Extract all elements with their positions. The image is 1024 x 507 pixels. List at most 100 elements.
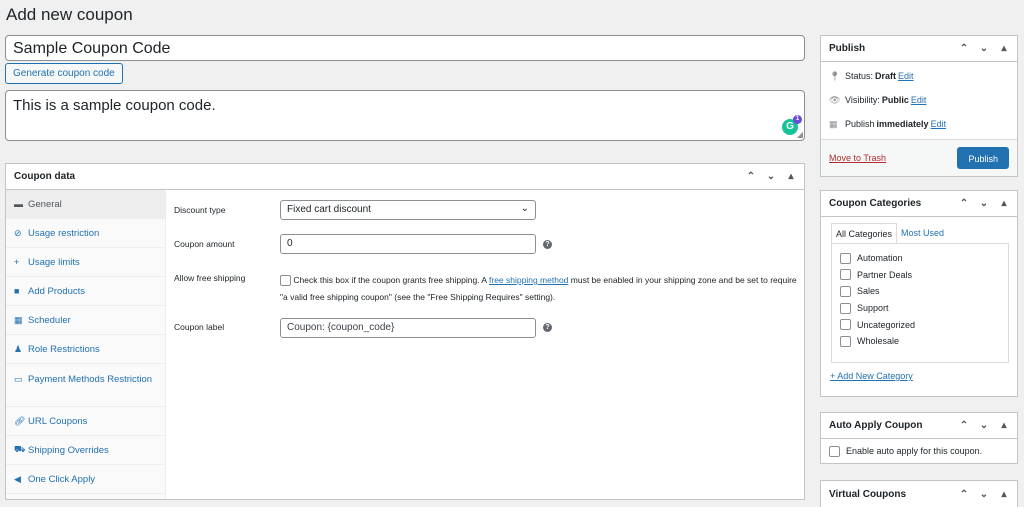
collapse-icon[interactable]: ▴ [999,420,1009,431]
move-up-icon[interactable]: ⌃ [959,43,969,54]
coupon-label-input[interactable]: Coupon: {coupon_code} [280,318,536,338]
category-label: Support [857,303,889,314]
list-item[interactable]: Sales [840,283,1000,300]
move-down-icon[interactable]: ⌄ [979,489,989,500]
grammarly-icon[interactable]: G 1 [782,115,802,135]
edit-status-link[interactable]: Edit [898,71,914,81]
ticket-icon: ▬ [14,199,23,209]
move-up-icon[interactable]: ⌃ [959,198,969,209]
category-checkbox[interactable] [840,252,851,264]
status-label: Status: [845,71,874,81]
tab-role-restrictions[interactable]: ♟ Role Restrictions [6,335,165,364]
move-down-icon[interactable]: ⌄ [979,198,989,209]
generate-coupon-button[interactable]: Generate coupon code [5,63,123,84]
grammarly-count-badge: 1 [793,115,802,124]
publish-title: Publish [829,43,866,54]
tab-shipping-overrides[interactable]: ⛟ Shipping Overrides [6,436,165,465]
coupon-amount-label: Coupon amount [174,239,235,249]
tab-usage-restriction[interactable]: ⊘ Usage restriction [6,219,165,248]
visibility-label: Visibility: [845,95,880,105]
publish-button[interactable]: Publish [957,147,1009,169]
tab-url-coupons[interactable]: 🔗︎ URL Coupons [6,407,165,436]
collapse-icon[interactable]: ▴ [786,171,796,182]
tab-one-click-apply[interactable]: ◀ One Click Apply [6,465,165,494]
visibility-row: 👁︎ Visibility: Public Edit [821,88,1017,112]
tab-payment-methods[interactable]: ▭ Payment Methods Restriction [6,364,165,407]
bag-icon: ■ [14,286,20,296]
megaphone-icon: ◀ [14,473,21,484]
tab-label: One Click Apply [28,473,96,485]
list-item[interactable]: Partner Deals [840,267,1000,284]
coupon-amount-input[interactable]: 0 [280,234,536,254]
coupon-code-input[interactable]: Sample Coupon Code [5,35,805,61]
list-item[interactable]: Wholesale [840,333,1000,350]
tab-label: Payment Methods Restriction [28,374,153,385]
coupon-label-label: Coupon label [174,322,225,332]
move-down-icon[interactable]: ⌄ [979,43,989,54]
virtual-coupons-header: Virtual Coupons ⌃ ⌄ ▴ [821,481,1017,507]
free-shipping-checkbox[interactable] [280,275,291,287]
discount-type-value: Fixed cart discount [287,204,371,215]
list-item[interactable]: Automation [840,250,1000,267]
user-icon: ♟ [14,343,23,354]
move-down-icon[interactable]: ⌄ [979,420,989,431]
collapse-icon[interactable]: ▴ [999,43,1009,54]
list-item[interactable]: Support [840,300,1000,317]
category-checkbox[interactable] [840,285,851,297]
eye-icon: 👁︎ [829,94,841,105]
description-text: This is a sample coupon code. [13,97,216,114]
tab-add-products[interactable]: ■ Add Products [6,277,165,306]
discount-type-select[interactable]: Fixed cart discount ⌄ [280,200,536,220]
list-item[interactable]: Uncategorized [840,316,1000,333]
status-value: Draft [875,71,897,81]
link-icon: 🔗︎ [14,415,26,426]
category-label: Partner Deals [857,269,913,280]
free-shipping-method-link[interactable]: free shipping method [489,275,568,285]
schedule-row: ▦ Publish immediately Edit [821,112,1017,136]
help-icon[interactable]: ? [543,323,552,332]
tab-label: General [28,198,62,210]
coupon-data-title: Coupon data [14,171,76,182]
resize-grip-icon[interactable]: ◢ [797,130,803,139]
category-checkbox[interactable] [840,269,851,281]
tab-label: Shipping Overrides [28,444,109,456]
auto-apply-checkbox[interactable] [829,445,840,457]
move-down-icon[interactable]: ⌄ [766,171,776,182]
tab-label: Usage restriction [28,227,100,239]
publish-label: Publish [845,119,875,129]
tab-label: Add Products [28,285,86,297]
chevron-down-icon: ⌄ [520,203,529,214]
tab-label: URL Coupons [28,415,88,427]
move-to-trash-link[interactable]: Move to Trash [829,153,886,163]
move-up-icon[interactable]: ⌃ [959,489,969,500]
move-up-icon[interactable]: ⌃ [746,171,756,182]
page-title: Add new coupon [6,5,133,24]
collapse-icon[interactable]: ▴ [999,489,1009,500]
tab-scheduler[interactable]: ▦ Scheduler [6,306,165,335]
pin-icon: 📍︎ [829,70,841,81]
tab-general[interactable]: ▬ General [6,190,165,219]
add-new-category-link[interactable]: + Add New Category [830,371,913,381]
virtual-coupons-title: Virtual Coupons [829,488,907,500]
tab-all-categories[interactable]: All Categories [831,223,898,244]
status-row: 📍︎ Status: Draft Edit [821,64,1017,88]
truck-icon: ⛟ [14,444,26,454]
category-checkbox[interactable] [840,302,851,314]
collapse-icon[interactable]: ▴ [999,198,1009,209]
help-icon[interactable]: ? [543,240,552,249]
move-up-icon[interactable]: ⌃ [959,420,969,431]
auto-apply-row: Enable auto apply for this coupon. [821,439,1017,463]
tab-usage-limits[interactable]: + Usage limits [6,248,165,277]
edit-visibility-link[interactable]: Edit [911,95,927,105]
tab-label: Usage limits [28,256,80,268]
publish-footer: Move to Trash Publish [821,139,1017,176]
auto-apply-box: Auto Apply Coupon ⌃ ⌄ ▴ Enable auto appl… [820,412,1018,464]
auto-apply-header: Auto Apply Coupon ⌃ ⌄ ▴ [821,413,1017,439]
category-checkbox[interactable] [840,335,851,347]
coupon-description-field[interactable]: This is a sample coupon code. G 1 ◢ [5,90,805,141]
calendar-icon: ▦ [829,118,838,129]
edit-schedule-link[interactable]: Edit [931,119,947,129]
tab-most-used[interactable]: Most Used [897,223,948,244]
free-shipping-label: Allow free shipping [174,273,246,283]
category-checkbox[interactable] [840,319,851,331]
